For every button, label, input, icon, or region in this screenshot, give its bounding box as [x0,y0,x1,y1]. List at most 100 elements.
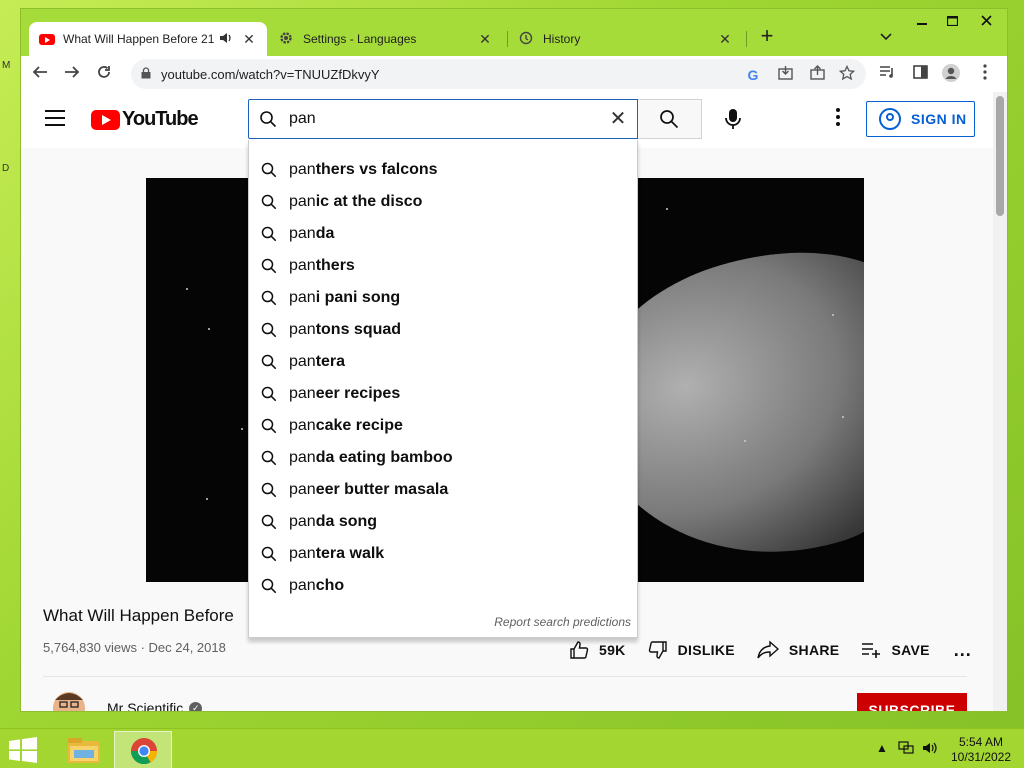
minimize-icon[interactable] [907,9,937,37]
suggestion-completion: eer recipes [315,385,401,402]
search-input-value[interactable]: pan [289,110,316,128]
suggestion-completion: tera [315,353,346,370]
google-translate-icon[interactable]: G [743,65,763,85]
chrome-taskbar-icon[interactable] [114,731,172,768]
browser-window: What Will Happen Before 21 ✕ Settings - … [20,8,1008,712]
search-icon [261,322,277,338]
show-hidden-icons-icon[interactable]: ▲ [876,741,888,755]
tab-title: History [543,32,581,46]
bookmark-star-icon[interactable] [837,64,857,85]
settings-more-icon[interactable] [831,108,845,132]
suggestion-completion: da song [315,513,378,530]
share-icon[interactable] [807,65,827,85]
dislike-button[interactable]: DISLIKE [648,640,735,660]
new-tab-plus-icon[interactable]: + [756,25,778,48]
back-arrow-icon[interactable] [27,61,53,87]
suggestion-item[interactable]: pan i pani song [249,282,637,314]
suggestion-item[interactable]: pan tons squad [249,314,637,346]
suggestion-item[interactable]: pan eer recipes [249,378,637,410]
subscribe-button[interactable]: SUBSCRIBE [857,693,967,711]
search-suggestions: pan thers vs falcons pan ic at the disco pan… [248,140,638,638]
suggestion-item[interactable]: pan thers [249,250,637,282]
desktop-icon-label[interactable]: M [2,60,10,71]
suggestion-item[interactable]: pan tera [249,346,637,378]
suggestion-item[interactable]: pan da eating bamboo [249,442,637,474]
tab-close-icon[interactable]: ✕ [241,31,257,48]
suggestion-item[interactable]: pan tera walk [249,538,637,570]
report-predictions-link[interactable]: Report search predictions [494,615,631,629]
tab-separator [746,31,747,47]
youtube-logo[interactable]: YouTube [91,108,199,131]
tab-close-icon[interactable]: ✕ [717,31,733,48]
suggestion-completion: i pani song [315,289,401,306]
youtube-play-icon [91,109,120,130]
clear-search-icon[interactable]: ✕ [607,108,629,130]
tab-history[interactable]: History ✕ [509,22,743,56]
tab-search-chevron-icon[interactable] [876,26,896,48]
thumbs-up-icon [570,641,589,659]
suggestion-typed: pan [289,193,316,210]
close-window-icon[interactable] [971,9,1001,37]
microphone-icon[interactable] [717,103,749,135]
suggestion-item[interactable]: pan da [249,218,637,250]
search-input[interactable]: pan ✕ [248,99,638,139]
youtube-wordmark: YouTube [122,108,199,130]
search-icon [260,111,277,128]
video-actions: 59K DISLIKE SHARE SAVE ... [569,638,972,662]
side-panel-icon[interactable] [910,64,930,84]
maximize-icon[interactable] [937,9,967,37]
url-text[interactable]: youtube.com/watch?v=TNUUZfDkvyY [161,67,380,82]
clock-date: 10/31/2022 [950,750,1012,764]
suggestion-item[interactable]: pan eer butter masala [249,474,637,506]
network-icon[interactable] [898,741,914,758]
suggestion-item[interactable]: pan cho [249,570,637,602]
search-button[interactable] [638,99,702,139]
like-button[interactable]: 59K [569,640,626,660]
scrollbar[interactable] [993,92,1007,711]
suggestion-item[interactable]: pan da song [249,506,637,538]
suggestion-typed: pan [289,417,316,434]
address-bar[interactable]: youtube.com/watch?v=TNUUZfDkvyY G [131,59,866,89]
suggestion-item[interactable]: pan cake recipe [249,410,637,442]
browser-menu-icon[interactable] [975,64,995,84]
lock-icon [141,67,151,79]
save-label: SAVE [891,642,930,658]
search-icon [261,578,277,594]
sign-in-button[interactable]: SIGN IN [866,101,975,137]
search-icon [261,482,277,498]
save-button[interactable]: SAVE [861,641,929,659]
video-meta: 5,764,830 views · Dec 24, 2018 [43,640,226,655]
file-explorer-icon[interactable] [56,731,114,768]
tab-youtube[interactable]: What Will Happen Before 21 ✕ [29,22,267,56]
system-clock[interactable]: 5:54 AM 10/31/2022 [945,735,1017,765]
tab-settings[interactable]: Settings - Languages ✕ [269,22,503,56]
forward-arrow-icon[interactable] [59,61,85,87]
reading-list-icon[interactable] [877,64,897,84]
profile-avatar-icon[interactable] [941,64,961,84]
channel-name[interactable]: Mr Scientific ✓ [107,700,203,711]
hamburger-menu-icon[interactable] [45,110,65,126]
suggestion-typed: pan [289,481,316,498]
speaker-icon[interactable] [219,32,235,47]
more-actions-icon[interactable]: ... [954,640,972,661]
search-icon [261,514,277,530]
dislike-label: DISLIKE [677,642,735,658]
search-icon [660,110,679,129]
windows-start-icon[interactable] [8,737,38,763]
install-app-icon[interactable] [775,65,795,85]
video-title: What Will Happen Before [43,606,234,625]
suggestion-item[interactable]: pan ic at the disco [249,186,637,218]
star [186,288,188,290]
share-button[interactable]: SHARE [757,640,840,660]
desktop-icon-label[interactable]: D [2,163,9,174]
reload-icon[interactable] [91,61,117,87]
suggestion-list: pan thers vs falcons pan ic at the disco pan… [249,154,637,602]
browser-toolbar: youtube.com/watch?v=TNUUZfDkvyY G [21,56,1007,92]
search-icon [261,162,277,178]
scrollbar-thumb[interactable] [996,96,1004,216]
suggestion-typed: pan [289,353,316,370]
volume-icon[interactable] [922,741,938,758]
tab-close-icon[interactable]: ✕ [477,31,493,48]
suggestion-item[interactable]: pan thers vs falcons [249,154,637,186]
avatar[interactable] [51,690,87,711]
